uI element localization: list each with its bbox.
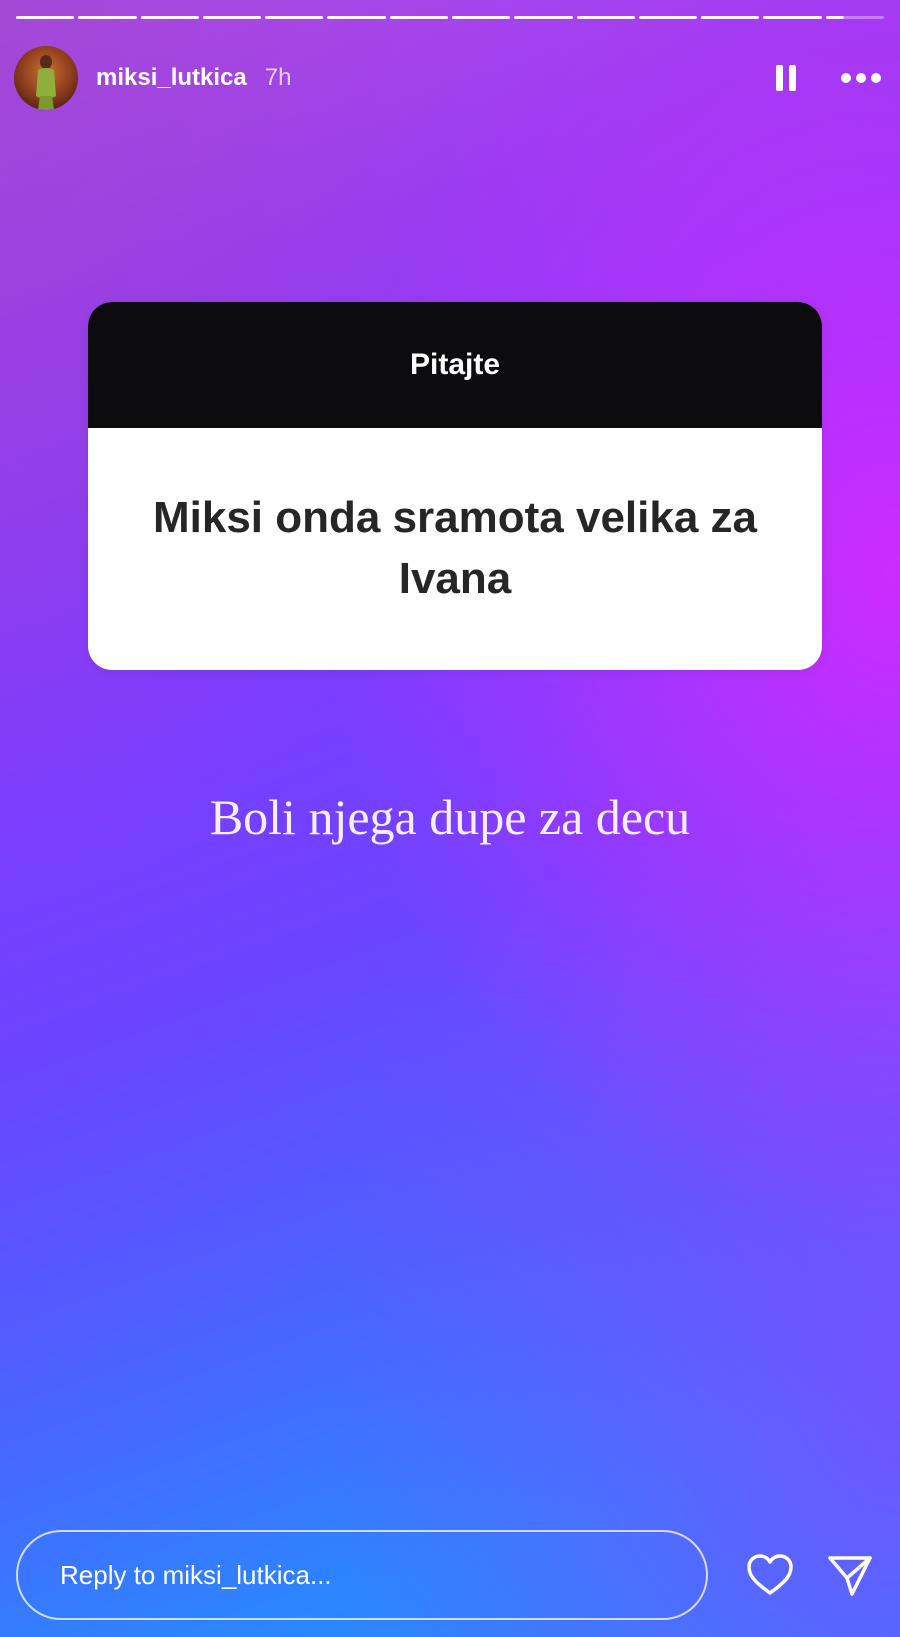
- progress-segment: [763, 16, 822, 19]
- story-answer-text: Boli njega dupe za decu: [209, 789, 691, 845]
- progress-segment: [16, 16, 75, 19]
- heart-icon: [747, 1554, 793, 1595]
- progress-segment: [701, 16, 760, 19]
- more-options-button[interactable]: [836, 58, 886, 98]
- question-sticker: Pitajte Miksi onda sramota velika za Iva…: [88, 302, 822, 670]
- story-progress-bar: [16, 16, 884, 19]
- progress-segment: [825, 16, 884, 19]
- question-sticker-header: Pitajte: [88, 302, 822, 428]
- story-username[interactable]: miksi_lutkica: [96, 64, 247, 92]
- progress-segment: [140, 16, 199, 19]
- question-sticker-title: Pitajte: [409, 348, 501, 381]
- avatar[interactable]: [14, 46, 78, 110]
- progress-segment: [451, 16, 511, 19]
- story-header: miksi_lutkica 7h: [14, 44, 886, 112]
- reply-placeholder: Reply to miksi_lutkica...: [60, 1559, 332, 1590]
- avatar-image: [14, 46, 78, 110]
- progress-segment: [327, 16, 386, 19]
- progress-segment: [638, 16, 698, 19]
- send-icon: [828, 1556, 872, 1596]
- progress-segment: [78, 16, 137, 19]
- progress-segment: [514, 16, 573, 19]
- progress-segment: [202, 16, 262, 19]
- progress-segment: [576, 16, 635, 19]
- reply-input[interactable]: Reply to miksi_lutkica...: [16, 1530, 708, 1620]
- share-button[interactable]: [826, 1552, 874, 1600]
- question-sticker-body: Miksi onda sramota velika za Ivana: [88, 428, 822, 670]
- question-text: Miksi onda sramota velika za Ivana: [152, 493, 758, 603]
- progress-segment: [265, 16, 324, 19]
- pause-icon: [776, 65, 796, 91]
- story-timestamp: 7h: [264, 64, 292, 91]
- pause-button[interactable]: [766, 58, 806, 98]
- more-horizontal-icon: [841, 73, 881, 83]
- like-button[interactable]: [746, 1553, 794, 1597]
- progress-segment: [389, 16, 448, 19]
